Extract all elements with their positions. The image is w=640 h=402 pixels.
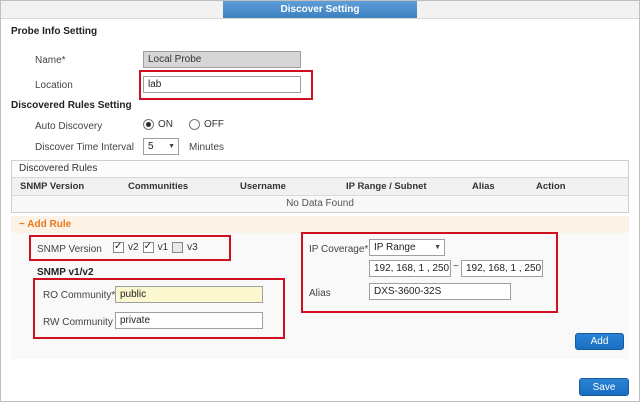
interval-label: Discover Time Interval: [35, 142, 134, 153]
discover-setting-dialog: Discover Setting Probe Info Setting Name…: [0, 0, 640, 402]
collapse-icon: −: [19, 219, 25, 230]
add-button[interactable]: Add: [575, 333, 624, 350]
ip-coverage-value: IP Range: [374, 242, 416, 253]
ro-community-label: RO Community*: [43, 290, 115, 301]
snmp-version-label: SNMP Version: [37, 244, 102, 255]
interval-value: 5: [148, 141, 154, 152]
snmp-v1v2-heading: SNMP v1/v2: [37, 267, 94, 278]
rw-community-label: RW Community: [43, 317, 113, 328]
ro-community-field[interactable]: public: [115, 286, 263, 303]
column-alias: Alias: [464, 178, 528, 195]
interval-select[interactable]: 5 ▼: [143, 138, 179, 155]
checkbox-v1-label: v1: [158, 242, 169, 253]
discovered-rules-panel: Discovered Rules SNMP Version Communitie…: [11, 160, 629, 213]
interval-unit-label: Minutes: [189, 142, 224, 153]
checkbox-v3-label: v3: [187, 242, 198, 253]
rw-community-field[interactable]: private: [115, 312, 263, 329]
checkbox-v2-label: v2: [128, 242, 139, 253]
column-snmp-version: SNMP Version: [12, 178, 120, 195]
dialog-title: Discover Setting: [223, 1, 417, 18]
name-label: Name*: [35, 55, 66, 66]
checkbox-v3[interactable]: [172, 242, 183, 253]
no-data-row: No Data Found: [12, 196, 628, 212]
add-rule-toggle[interactable]: − Add Rule: [11, 219, 71, 230]
ip-coverage-select[interactable]: IP Range ▼: [369, 239, 445, 256]
rules-setting-heading: Discovered Rules Setting: [11, 100, 132, 111]
ip-coverage-label: IP Coverage*: [309, 244, 368, 255]
probe-info-heading: Probe Info Setting: [11, 26, 97, 37]
auto-discovery-label: Auto Discovery: [35, 121, 102, 132]
alias-field[interactable]: DXS-3600-32S: [369, 283, 511, 300]
discovered-rules-legend: Discovered Rules: [12, 161, 628, 177]
alias-label: Alias: [309, 288, 331, 299]
ip-range-separator: ~: [453, 261, 459, 272]
column-action: Action: [528, 178, 628, 195]
add-rule-strip: − Add Rule: [11, 216, 629, 233]
location-label: Location: [35, 80, 73, 91]
auto-discovery-off-radio[interactable]: [189, 119, 200, 130]
column-username: Username: [232, 178, 338, 195]
column-ip-range: IP Range / Subnet: [338, 178, 464, 195]
ip-to-field[interactable]: 192, 168, 1 , 250: [461, 260, 543, 277]
ip-from-field[interactable]: 192, 168, 1 , 250: [369, 260, 451, 277]
chevron-down-icon: ▼: [168, 143, 175, 150]
dialog-titlebar: Discover Setting: [1, 1, 639, 19]
column-communities: Communities: [120, 178, 232, 195]
discovered-rules-header: SNMP Version Communities Username IP Ran…: [12, 177, 628, 196]
location-field[interactable]: lab: [143, 76, 301, 93]
save-button[interactable]: Save: [579, 378, 629, 396]
chevron-down-icon: ▼: [434, 244, 441, 251]
auto-discovery-on-radio[interactable]: [143, 119, 154, 130]
auto-discovery-off-label: OFF: [204, 119, 224, 130]
auto-discovery-on-label: ON: [158, 119, 173, 130]
checkbox-v2[interactable]: [113, 242, 124, 253]
checkbox-v1[interactable]: [143, 242, 154, 253]
name-field: Local Probe: [143, 51, 301, 68]
add-rule-toggle-label: Add Rule: [27, 219, 71, 230]
